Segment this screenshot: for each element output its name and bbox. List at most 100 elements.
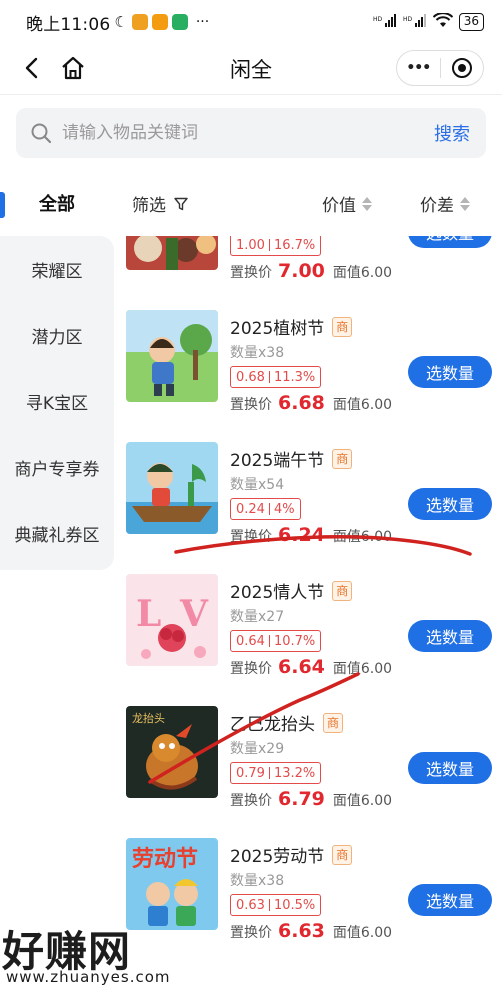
price-label: 置换价 bbox=[230, 529, 272, 545]
sort-arrows-icon bbox=[362, 196, 372, 211]
svg-text:V: V bbox=[179, 593, 209, 635]
face-value: 面值6.00 bbox=[332, 397, 393, 413]
exchange-price: 6.24 bbox=[278, 524, 325, 546]
back-icon[interactable] bbox=[20, 54, 46, 82]
sidebar-item-label: 商户专享券 bbox=[14, 459, 100, 480]
exchange-price: 6.63 bbox=[278, 920, 325, 942]
navigation-bar: 闲全 ••• bbox=[0, 44, 502, 92]
search-button[interactable]: 搜索 bbox=[434, 120, 470, 146]
price-line: 置换价 7.00 面值6.00 bbox=[230, 260, 392, 282]
discount-rate-badge: 0.79 13.2% bbox=[230, 762, 322, 784]
product-item[interactable]: 龙抬头 乙巳龙抬头 商 数量x29 0.79 13.2% 置换价 6.79 面值… bbox=[114, 706, 502, 838]
product-name: 2025情人节 商 bbox=[230, 578, 353, 603]
discount-rate-badge: 0.24 4% bbox=[230, 498, 301, 520]
funnel-icon bbox=[174, 197, 188, 210]
home-icon[interactable] bbox=[58, 53, 88, 83]
product-thumbnail bbox=[126, 442, 218, 534]
rate-value: 0.68 bbox=[236, 369, 265, 385]
product-title: 2025植树节 bbox=[230, 319, 325, 339]
status-time: 晚上11:06 bbox=[26, 14, 111, 35]
exchange-price: 6.79 bbox=[278, 788, 325, 810]
product-name: 2025植树节 商 bbox=[230, 314, 353, 339]
merchant-tag: 商 bbox=[332, 844, 353, 865]
svg-text:HD: HD bbox=[403, 16, 413, 23]
product-quantity: 数量x38 bbox=[230, 873, 285, 889]
rate-divider bbox=[268, 767, 270, 779]
mini-program-capsule: ••• bbox=[396, 50, 484, 86]
product-thumbnail: 劳动节 bbox=[126, 838, 218, 930]
sidebar-item-merchant-coupon[interactable]: 商户专享券 bbox=[0, 434, 114, 500]
rate-value: 1.00 bbox=[236, 237, 265, 253]
sidebar-item-all[interactable]: 全部 bbox=[0, 170, 114, 236]
select-quantity-button[interactable]: 选数量 bbox=[408, 356, 492, 388]
more-icon: ••• bbox=[406, 60, 431, 76]
svg-text:HD: HD bbox=[373, 16, 383, 23]
rate-percent: 13.2% bbox=[273, 765, 316, 781]
status-bar: 晚上11:06 ☾ ··· HD HD 36 bbox=[0, 0, 502, 44]
select-quantity-button[interactable]: 选数量 bbox=[408, 488, 492, 520]
search-input[interactable] bbox=[62, 123, 434, 143]
rate-divider bbox=[268, 899, 270, 911]
product-name: 2025端午节 商 bbox=[230, 446, 353, 471]
product-item[interactable]: 2025植树节 商 数量x38 0.68 11.3% 置换价 6.68 面值6.… bbox=[114, 310, 502, 442]
rate-value: 0.24 bbox=[236, 501, 265, 517]
price-label: 置换价 bbox=[230, 265, 272, 281]
sidebar-item-potential[interactable]: 潜力区 bbox=[0, 302, 114, 368]
app-notification-icon bbox=[131, 14, 148, 30]
exchange-price: 6.68 bbox=[278, 392, 325, 414]
product-thumbnail bbox=[126, 310, 218, 402]
discount-rate-badge: 1.00 16.7% bbox=[230, 236, 322, 256]
active-indicator bbox=[0, 192, 5, 218]
sort-value-label: 价值 bbox=[322, 196, 356, 216]
sidebar-item-label: 潜力区 bbox=[31, 327, 83, 348]
search-bar: 搜索 bbox=[16, 108, 486, 158]
moon-icon: ☾ bbox=[114, 13, 128, 31]
sidebar-item-label: 典藏礼券区 bbox=[14, 525, 100, 546]
more-button[interactable]: ••• bbox=[397, 51, 440, 85]
target-icon bbox=[451, 58, 472, 78]
filter-row: 筛选 价值 价差 bbox=[114, 170, 502, 236]
price-label: 置换价 bbox=[230, 661, 272, 677]
sidebar-item-label: 荣耀区 bbox=[31, 261, 83, 282]
product-item[interactable]: 1.00 16.7% 置换价 7.00 面值6.00 选数量 bbox=[114, 236, 502, 310]
sidebar-item-label: 全部 bbox=[39, 194, 75, 215]
product-item[interactable]: 2025端午节 商 数量x54 0.24 4% 置换价 6.24 面值6.00 … bbox=[114, 442, 502, 574]
watermark-url: www.zhuanyes.com bbox=[6, 968, 171, 986]
price-line: 置换价 6.68 面值6.00 bbox=[230, 392, 392, 414]
product-item[interactable]: L V 2025情人节 商 数量x27 0.64 10.7% 置换价 6.64 … bbox=[114, 574, 502, 706]
product-thumbnail bbox=[126, 236, 218, 270]
sort-arrows-icon bbox=[460, 196, 470, 211]
face-value: 面值6.00 bbox=[332, 925, 393, 941]
price-label: 置换价 bbox=[230, 397, 272, 413]
sidebar-item-treasure[interactable]: 寻K宝区 bbox=[0, 368, 114, 434]
product-list: 1.00 16.7% 置换价 7.00 面值6.00 选数量 bbox=[114, 236, 502, 1000]
app-notification-icon bbox=[171, 14, 188, 30]
sidebar-item-honor[interactable]: 荣耀区 bbox=[0, 236, 114, 302]
select-quantity-button[interactable]: 选数量 bbox=[408, 752, 492, 784]
face-value: 面值6.00 bbox=[332, 529, 393, 545]
select-quantity-button[interactable]: 选数量 bbox=[408, 236, 492, 248]
rate-percent: 10.7% bbox=[273, 633, 316, 649]
rate-value: 0.63 bbox=[236, 897, 265, 913]
app-notification-icon bbox=[151, 14, 168, 30]
select-quantity-button[interactable]: 选数量 bbox=[408, 884, 492, 916]
discount-rate-badge: 0.64 10.7% bbox=[230, 630, 322, 652]
rate-divider bbox=[268, 503, 270, 515]
wifi-icon bbox=[432, 12, 453, 31]
price-label: 置换价 bbox=[230, 793, 272, 809]
sidebar-item-collection[interactable]: 典藏礼券区 bbox=[0, 500, 114, 566]
product-title: 乙巳龙抬头 bbox=[230, 715, 315, 735]
product-title: 2025端午节 bbox=[230, 451, 325, 471]
merchant-tag: 商 bbox=[323, 712, 344, 733]
rate-divider bbox=[268, 371, 270, 383]
face-value: 面值6.00 bbox=[332, 265, 393, 281]
close-miniprogram-button[interactable] bbox=[441, 51, 484, 85]
merchant-tag: 商 bbox=[332, 448, 353, 469]
sort-by-diff-button[interactable]: 价差 bbox=[420, 191, 470, 216]
filter-button[interactable]: 筛选 bbox=[132, 191, 188, 216]
merchant-tag: 商 bbox=[332, 580, 353, 601]
sort-by-value-button[interactable]: 价值 bbox=[322, 191, 372, 216]
product-name: 乙巳龙抬头 商 bbox=[230, 710, 344, 735]
product-title: 2025劳动节 bbox=[230, 847, 325, 867]
select-quantity-button[interactable]: 选数量 bbox=[408, 620, 492, 652]
